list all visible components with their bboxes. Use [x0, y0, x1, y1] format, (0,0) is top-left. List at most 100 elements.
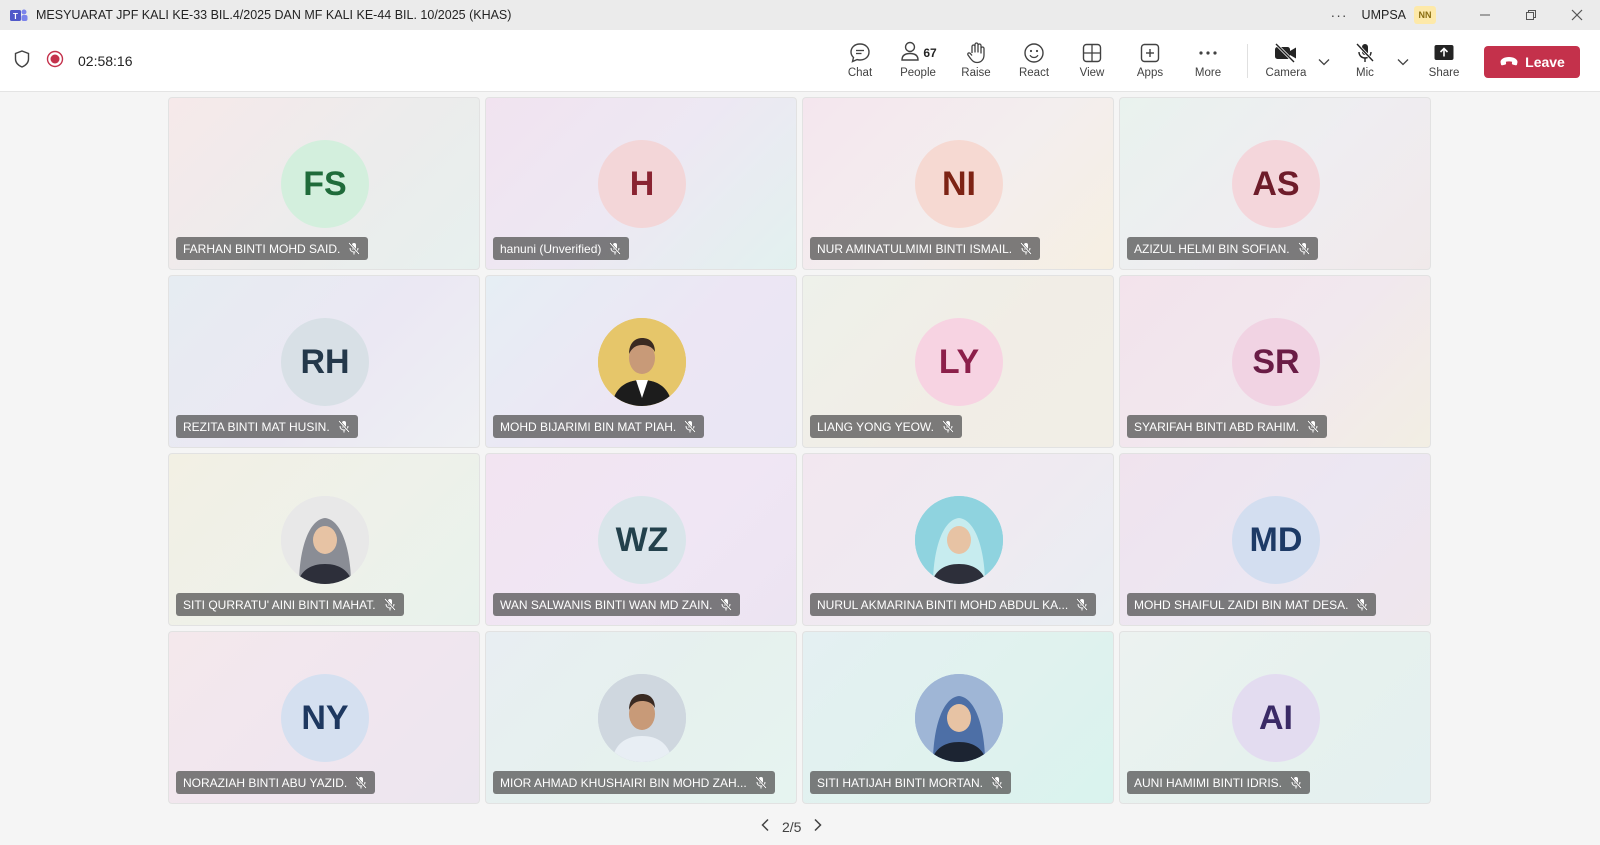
participant-name: FARHAN BINTI MOHD SAID.: [183, 241, 341, 256]
participant-tile[interactable]: MOHD BIJARIMI BIN MAT PIAH.: [485, 275, 797, 448]
participant-name-tag: MOHD BIJARIMI BIN MAT PIAH.: [493, 415, 705, 438]
meeting-timer: 02:58:16: [78, 53, 133, 69]
more-icon: [1196, 40, 1220, 66]
recording-icon: [46, 50, 64, 73]
participant-initials: H: [598, 140, 686, 228]
participant-tile[interactable]: LY LIANG YONG YEOW.: [802, 275, 1114, 448]
participant-tile[interactable]: SITI QURRATU' AINI BINTI MAHAT.: [168, 453, 480, 626]
apps-button[interactable]: Apps: [1122, 40, 1178, 86]
view-button[interactable]: View: [1064, 40, 1120, 86]
next-page-icon[interactable]: [813, 818, 823, 837]
participant-name: SYARIFAH BINTI ABD RAHIM.: [1134, 419, 1300, 434]
minimize-button[interactable]: [1462, 0, 1508, 30]
leave-label: Leave: [1525, 54, 1565, 70]
people-button[interactable]: 67 People: [890, 40, 946, 86]
participant-name-tag: WAN SALWANIS BINTI WAN MD ZAIN.: [493, 593, 741, 616]
participant-tile[interactable]: NURUL AKMARINA BINTI MOHD ABDUL KA...: [802, 453, 1114, 626]
org-badge[interactable]: NN: [1414, 6, 1436, 24]
people-count: 67: [923, 46, 937, 60]
page-indicator: 2/5: [782, 819, 802, 835]
participant-tile[interactable]: SITI HATIJAH BINTI MORTAN.: [802, 631, 1114, 804]
meeting-toolbar: 02:58:16 Chat 67 People Raise React View…: [0, 30, 1600, 92]
participant-name: MIOR AHMAD KHUSHAIRI BIN MOHD ZAH...: [500, 775, 747, 790]
react-label: React: [1018, 67, 1050, 79]
participant-name: NORAZIAH BINTI ABU YAZID.: [183, 775, 348, 790]
participant-name: NUR AMINATULMIMI BINTI ISMAIL.: [817, 241, 1013, 256]
participant-name: LIANG YONG YEOW.: [817, 419, 934, 434]
participant-name: MOHD BIJARIMI BIN MAT PIAH.: [500, 419, 677, 434]
participant-name-tag: SITI QURRATU' AINI BINTI MAHAT.: [176, 593, 404, 616]
leave-button[interactable]: Leave: [1484, 46, 1580, 78]
participant-initials: FS: [281, 140, 369, 228]
participant-name: hanuni (Unverified): [500, 241, 602, 256]
previous-page-icon[interactable]: [760, 818, 770, 837]
gallery-pager: 2/5: [760, 816, 823, 838]
view-label: View: [1079, 67, 1105, 79]
grid-view-icon: [1080, 40, 1104, 66]
participant-name-tag: NUR AMINATULMIMI BINTI ISMAIL.: [810, 237, 1041, 260]
participant-tile[interactable]: NY NORAZIAH BINTI ABU YAZID.: [168, 631, 480, 804]
close-button[interactable]: [1554, 0, 1600, 30]
participant-tile[interactable]: AS AZIZUL HELMI BIN SOFIAN.: [1119, 97, 1431, 270]
mic-options-chevron-icon[interactable]: [1395, 54, 1411, 70]
mic-off-icon: [1353, 40, 1377, 66]
participant-tile[interactable]: Hhanuni (Unverified): [485, 97, 797, 270]
participant-tile[interactable]: RH REZITA BINTI MAT HUSIN.: [168, 275, 480, 448]
window-more-icon[interactable]: ···: [1331, 7, 1348, 23]
mic-muted-icon: [1076, 598, 1088, 611]
participant-tile[interactable]: WZ WAN SALWANIS BINTI WAN MD ZAIN.: [485, 453, 797, 626]
participant-tile[interactable]: SR SYARIFAH BINTI ABD RAHIM.: [1119, 275, 1431, 448]
chat-button[interactable]: Chat: [832, 40, 888, 86]
people-label: People: [900, 67, 936, 79]
participant-initials: RH: [281, 318, 369, 406]
participant-tile[interactable]: NI NUR AMINATULMIMI BINTI ISMAIL.: [802, 97, 1114, 270]
restore-button[interactable]: [1508, 0, 1554, 30]
raise-hand-button[interactable]: Raise: [948, 40, 1004, 86]
mic-muted-icon: [991, 776, 1003, 789]
svg-text:T: T: [13, 12, 18, 21]
participant-name-tag: NURUL AKMARINA BINTI MOHD ABDUL KA...: [810, 593, 1097, 616]
participant-name-tag: SYARIFAH BINTI ABD RAHIM.: [1127, 415, 1328, 438]
camera-button[interactable]: Camera: [1258, 40, 1314, 86]
participant-tile[interactable]: MD MOHD SHAIFUL ZAIDI BIN MAT DESA.: [1119, 453, 1431, 626]
camera-options-chevron-icon[interactable]: [1316, 54, 1332, 70]
raise-label: Raise: [961, 67, 991, 79]
teams-logo-icon: T: [10, 8, 28, 22]
mic-muted-icon: [942, 420, 954, 433]
mic-muted-icon: [720, 598, 733, 611]
toolbar-divider: [1247, 44, 1248, 78]
mic-muted-icon: [1307, 420, 1319, 433]
participant-photo: [915, 674, 1003, 762]
add-app-icon: [1138, 40, 1162, 66]
share-button[interactable]: Share: [1416, 40, 1472, 86]
participant-initials: AS: [1232, 140, 1320, 228]
participant-photo: [598, 674, 686, 762]
participant-initials: SR: [1232, 318, 1320, 406]
participant-name: WAN SALWANIS BINTI WAN MD ZAIN.: [500, 597, 713, 612]
react-button[interactable]: React: [1006, 40, 1062, 86]
chat-icon: [848, 40, 872, 66]
mic-button[interactable]: Mic: [1337, 40, 1393, 86]
participant-initials: WZ: [598, 496, 686, 584]
mic-muted-icon: [1356, 598, 1369, 611]
more-button[interactable]: More: [1180, 40, 1236, 86]
participant-initials: NI: [915, 140, 1003, 228]
chat-label: Chat: [847, 67, 873, 79]
share-screen-icon: [1432, 40, 1456, 66]
meeting-title: MESYUARAT JPF KALI KE-33 BIL.4/2025 DAN …: [36, 8, 512, 22]
participant-name-tag: MOHD SHAIFUL ZAIDI BIN MAT DESA.: [1127, 593, 1377, 616]
mic-muted-icon: [337, 420, 350, 433]
participant-name-tag: REZITA BINTI MAT HUSIN.: [176, 415, 358, 438]
emoji-icon: [1022, 40, 1046, 66]
participant-name-tag: LIANG YONG YEOW.: [810, 415, 962, 438]
participant-name: REZITA BINTI MAT HUSIN.: [183, 419, 330, 434]
participant-name: AZIZUL HELMI BIN SOFIAN.: [1134, 241, 1290, 256]
shield-icon[interactable]: [14, 49, 30, 73]
participant-tile[interactable]: AI AUNI HAMIMI BINTI IDRIS.: [1119, 631, 1431, 804]
mic-muted-icon: [355, 776, 368, 789]
participant-tile[interactable]: MIOR AHMAD KHUSHAIRI BIN MOHD ZAH...: [485, 631, 797, 804]
participant-tile[interactable]: FS FARHAN BINTI MOHD SAID.: [168, 97, 480, 270]
participant-photo: [915, 496, 1003, 584]
participant-name-tag: SITI HATIJAH BINTI MORTAN.: [810, 771, 1012, 794]
organization-name[interactable]: UMPSA: [1362, 8, 1406, 22]
